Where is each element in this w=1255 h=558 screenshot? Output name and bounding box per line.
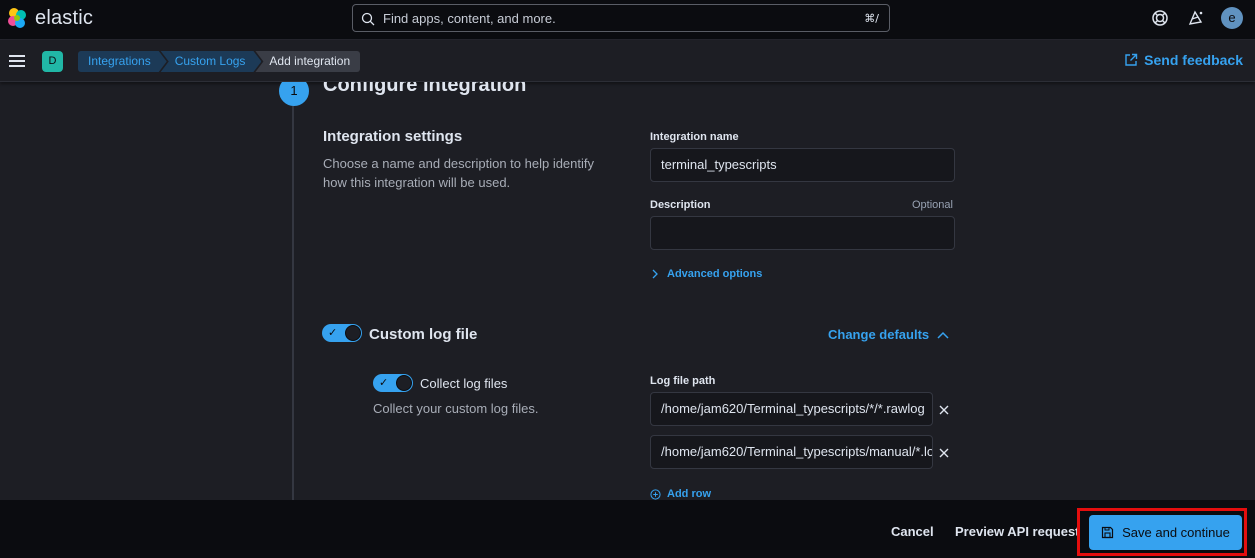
save-icon <box>1102 526 1114 539</box>
change-defaults-label: Change defaults <box>828 327 930 342</box>
custom-log-file-switch[interactable]: ✓ <box>322 324 362 342</box>
check-icon: ✓ <box>328 326 338 339</box>
main-content[interactable]: 1 Configure integration Integration sett… <box>0 82 1255 500</box>
elastic-logo-icon[interactable] <box>6 7 28 29</box>
breadcrumb-bar: D Integrations Custom Logs Add integrati… <box>0 40 1255 82</box>
remove-row-icon[interactable] <box>937 446 951 460</box>
search-icon <box>361 12 375 26</box>
collect-log-files-label: Collect log files <box>420 376 508 391</box>
log-file-path-input-2[interactable]: /home/jam620/Terminal_typescripts/manual… <box>650 435 933 469</box>
check-icon: ✓ <box>379 376 389 389</box>
add-row-label: Add row <box>667 488 711 500</box>
search-shortcut: ⌘/ <box>864 12 879 25</box>
top-header: elastic Find apps, content, and more. ⌘/… <box>0 0 1255 40</box>
send-feedback-link[interactable]: Send feedback <box>1124 52 1243 68</box>
description-label: Description <box>650 199 711 211</box>
step-connector <box>292 82 294 500</box>
step-title: Configure integration <box>323 82 527 96</box>
integration-name-label: Integration name <box>650 131 739 143</box>
integration-settings-title: Integration settings <box>323 128 463 145</box>
add-row-button[interactable]: Add row <box>650 488 711 500</box>
integration-name-field[interactable]: terminal_typescripts <box>650 148 955 182</box>
integration-settings-description: Choose a name and description to help id… <box>323 156 595 190</box>
space-selector[interactable]: D <box>42 51 63 72</box>
send-feedback-label: Send feedback <box>1144 52 1243 68</box>
switch-knob <box>345 325 361 341</box>
advanced-options-label: Advanced options <box>667 268 763 280</box>
hamburger-menu-icon[interactable] <box>9 54 25 68</box>
plus-circle-icon <box>650 488 661 500</box>
save-and-continue-label: Save and continue <box>1122 525 1230 540</box>
change-defaults-button[interactable]: Change defaults <box>828 327 949 342</box>
breadcrumb: Integrations Custom Logs Add integration <box>78 51 361 72</box>
chevron-right-icon <box>652 269 658 279</box>
bottom-action-bar: Cancel Preview API request Save and cont… <box>0 500 1255 558</box>
description-optional: Optional <box>912 199 953 211</box>
breadcrumb-custom-logs[interactable]: Custom Logs <box>161 51 262 72</box>
log-file-path-label: Log file path <box>650 375 716 387</box>
advanced-options-toggle[interactable]: Advanced options <box>651 268 762 280</box>
brand-name[interactable]: elastic <box>35 7 93 30</box>
step-number: 1 <box>279 82 309 106</box>
cancel-button[interactable]: Cancel <box>891 524 934 539</box>
collect-log-files-switch[interactable]: ✓ <box>373 374 413 392</box>
switch-knob <box>396 375 412 391</box>
user-avatar[interactable]: e <box>1221 7 1243 29</box>
external-link-icon <box>1125 53 1138 66</box>
breadcrumb-add-integration: Add integration <box>255 51 361 72</box>
custom-log-file-label: Custom log file <box>369 326 478 343</box>
newsfeed-icon[interactable] <box>1187 9 1205 27</box>
save-and-continue-button[interactable]: Save and continue <box>1089 515 1242 550</box>
preview-api-request-button[interactable]: Preview API request <box>955 524 1080 539</box>
search-input[interactable]: Find apps, content, and more. <box>383 11 556 26</box>
breadcrumb-integrations[interactable]: Integrations <box>78 51 167 72</box>
remove-row-icon[interactable] <box>937 403 951 417</box>
global-search[interactable]: Find apps, content, and more. ⌘/ <box>352 4 890 32</box>
help-icon[interactable] <box>1151 9 1169 27</box>
log-file-path-input-1[interactable]: /home/jam620/Terminal_typescripts/*/*.ra… <box>650 392 933 426</box>
description-field[interactable] <box>650 216 955 250</box>
chevron-up-icon <box>937 331 949 339</box>
collect-log-files-description: Collect your custom log files. <box>373 401 539 416</box>
